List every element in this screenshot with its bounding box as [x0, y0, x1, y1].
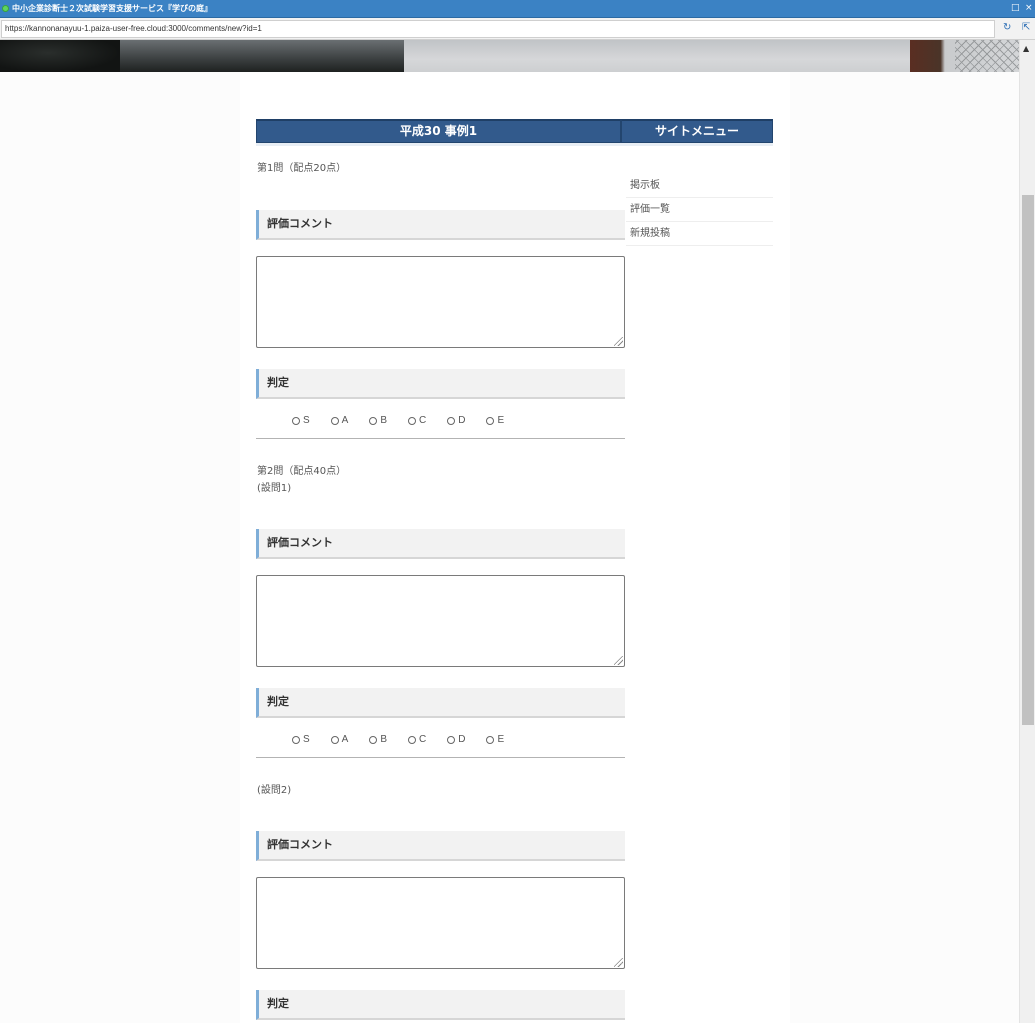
radio-b[interactable]: B: [369, 734, 387, 745]
question-subtitle: (設問2): [257, 785, 292, 796]
radio-d[interactable]: D: [447, 734, 465, 745]
open-external-icon[interactable]: ⇱: [1022, 21, 1030, 35]
question-subtitle: (設問1): [257, 483, 292, 494]
window-title-bar: 中小企業診断士２次試験学習支援サービス『学びの庭』 □ ×: [0, 0, 1035, 18]
sidebar-item-bulletin-board[interactable]: 掲示板: [626, 174, 773, 198]
sidebar-item-new-post[interactable]: 新規投稿: [626, 222, 773, 246]
radio-s[interactable]: S: [292, 734, 310, 745]
radio-a[interactable]: A: [330, 415, 348, 426]
radio-circle-icon[interactable]: [486, 735, 495, 744]
radio-s[interactable]: S: [292, 415, 310, 426]
main-header: 平成30 事例1: [256, 119, 621, 143]
radio-circle-icon[interactable]: [330, 416, 339, 425]
question-title: 第1問（配点20点）: [257, 163, 347, 174]
radio-circle-icon[interactable]: [408, 416, 417, 425]
radio-circle-icon[interactable]: [330, 735, 339, 744]
radio-circle-icon[interactable]: [447, 735, 456, 744]
maximize-icon[interactable]: □: [1011, 2, 1020, 14]
vertical-scrollbar[interactable]: ▲: [1019, 40, 1035, 1023]
sidebar-item-evaluation-list[interactable]: 評価一覧: [626, 198, 773, 222]
radio-circle-icon[interactable]: [486, 416, 495, 425]
radio-c[interactable]: C: [408, 734, 426, 745]
judge-radio-group: S A B C D E: [256, 403, 625, 439]
app-status-icon: [2, 5, 9, 12]
resize-grip-icon[interactable]: [614, 656, 623, 665]
resize-grip-icon[interactable]: [614, 337, 623, 346]
radio-circle-icon[interactable]: [292, 735, 300, 744]
comment-textarea[interactable]: [256, 877, 625, 969]
judge-section-header: 判定: [256, 990, 625, 1020]
question-title: 第2問（配点40点）: [257, 466, 347, 477]
radio-circle-icon[interactable]: [369, 416, 378, 425]
radio-c[interactable]: C: [408, 415, 426, 426]
comment-section-header: 評価コメント: [256, 831, 625, 861]
scroll-up-icon[interactable]: ▲: [1023, 44, 1029, 53]
comment-textarea[interactable]: [256, 575, 625, 667]
resize-grip-icon[interactable]: [614, 958, 623, 967]
radio-circle-icon[interactable]: [447, 416, 456, 425]
radio-circle-icon[interactable]: [369, 735, 378, 744]
close-icon[interactable]: ×: [1025, 2, 1033, 14]
radio-b[interactable]: B: [369, 415, 387, 426]
sidebar-header: サイトメニュー: [621, 119, 773, 143]
comment-section-header: 評価コメント: [256, 210, 625, 240]
judge-section-header: 判定: [256, 688, 625, 718]
radio-e[interactable]: E: [486, 734, 504, 745]
radio-a[interactable]: A: [330, 734, 348, 745]
radio-circle-icon[interactable]: [408, 735, 417, 744]
header-banner-image: [0, 40, 1019, 72]
judge-radio-group: S A B C D E: [256, 722, 625, 758]
comment-section-header: 評価コメント: [256, 529, 625, 559]
window-title: 中小企業診断士２次試験学習支援サービス『学びの庭』: [12, 4, 212, 13]
scrollbar-thumb[interactable]: [1022, 195, 1034, 725]
address-bar: https://kannonanayuu-1.paiza-user-free.c…: [0, 18, 1035, 40]
comment-textarea[interactable]: [256, 256, 625, 348]
radio-d[interactable]: D: [447, 415, 465, 426]
judge-section-header: 判定: [256, 369, 625, 399]
radio-e[interactable]: E: [486, 415, 504, 426]
sidebar-menu: 掲示板 評価一覧 新規投稿: [626, 174, 773, 246]
radio-circle-icon[interactable]: [292, 416, 300, 425]
url-input[interactable]: https://kannonanayuu-1.paiza-user-free.c…: [1, 20, 995, 38]
reload-icon[interactable]: ↻: [1003, 21, 1011, 35]
